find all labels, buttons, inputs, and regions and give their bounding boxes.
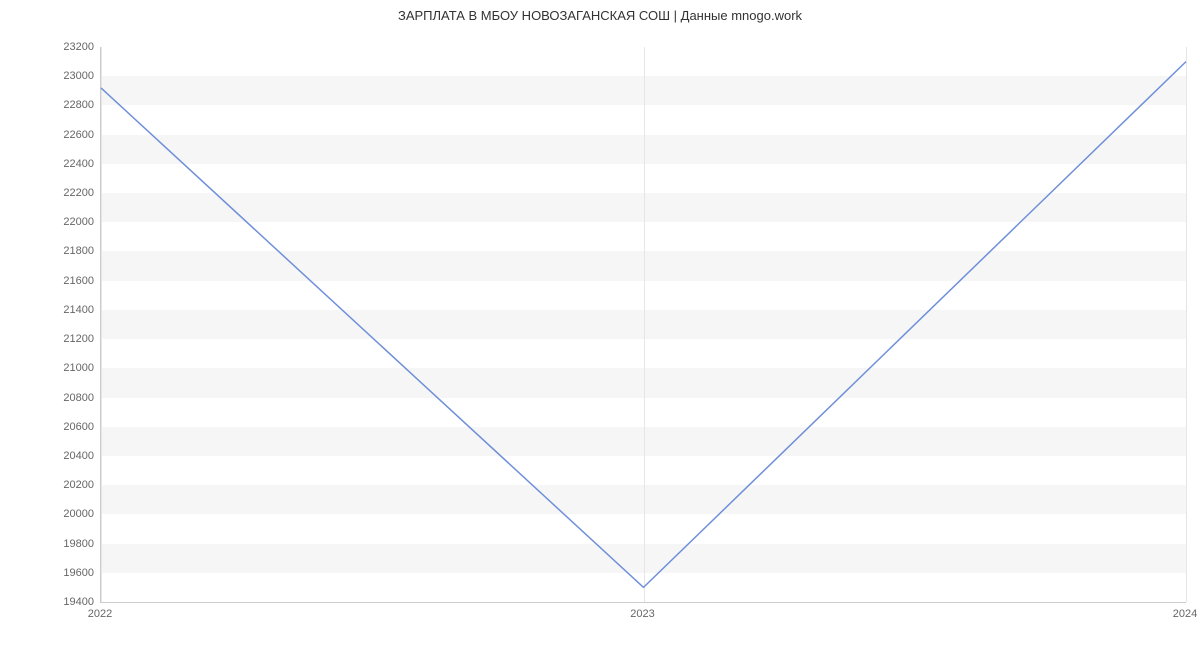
x-grid-line — [1186, 47, 1187, 602]
plot-area — [100, 47, 1186, 603]
y-tick-label: 22200 — [52, 187, 94, 199]
y-tick-label: 20400 — [52, 450, 94, 462]
y-tick-label: 21000 — [52, 362, 94, 374]
y-tick-label: 21800 — [52, 245, 94, 257]
y-tick-label: 19400 — [52, 596, 94, 608]
x-tick-label: 2023 — [630, 608, 654, 620]
y-tick-label: 21600 — [52, 275, 94, 287]
x-tick-label: 2024 — [1173, 608, 1197, 620]
y-tick-label: 22600 — [52, 129, 94, 141]
y-tick-label: 21200 — [52, 333, 94, 345]
y-tick-label: 22400 — [52, 158, 94, 170]
y-tick-label: 23000 — [52, 70, 94, 82]
y-tick-label: 20800 — [52, 392, 94, 404]
y-tick-label: 20000 — [52, 508, 94, 520]
chart-container: ЗАРПЛАТА В МБОУ НОВОЗАГАНСКАЯ СОШ | Данн… — [0, 0, 1200, 650]
y-tick-label: 21400 — [52, 304, 94, 316]
y-tick-label: 23200 — [52, 41, 94, 53]
y-tick-label: 20200 — [52, 479, 94, 491]
x-tick-label: 2022 — [88, 608, 112, 620]
data-line — [101, 62, 1186, 588]
y-tick-label: 19600 — [52, 567, 94, 579]
chart-line-svg — [101, 47, 1186, 602]
y-tick-label: 22000 — [52, 216, 94, 228]
y-tick-label: 19800 — [52, 538, 94, 550]
y-tick-label: 22800 — [52, 99, 94, 111]
chart-title: ЗАРПЛАТА В МБОУ НОВОЗАГАНСКАЯ СОШ | Данн… — [0, 8, 1200, 23]
y-tick-label: 20600 — [52, 421, 94, 433]
